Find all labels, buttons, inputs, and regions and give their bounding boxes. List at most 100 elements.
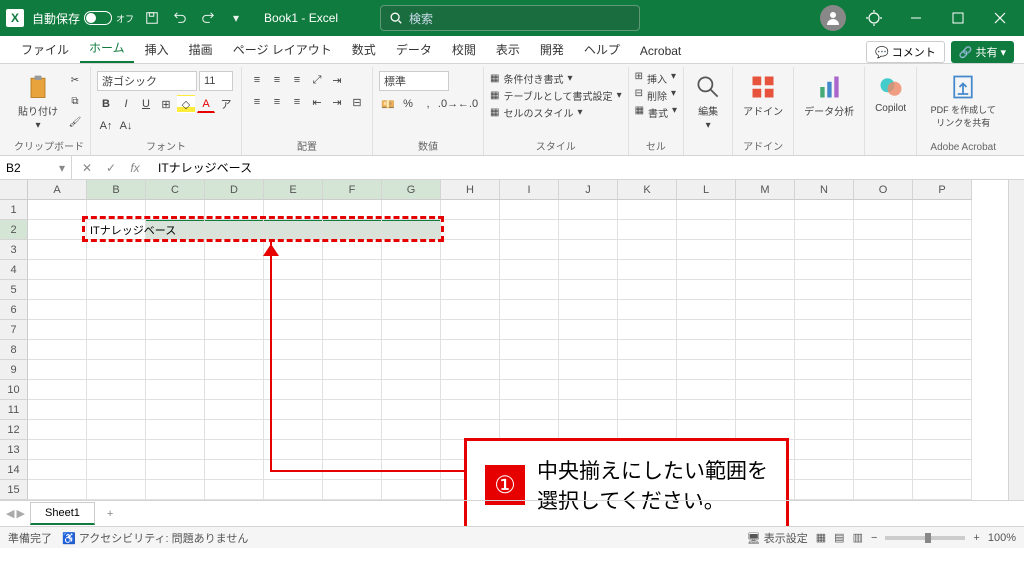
minimize-icon[interactable]	[896, 2, 936, 34]
tab-file[interactable]: ファイル	[12, 36, 78, 63]
col-header[interactable]: O	[854, 180, 913, 200]
decrease-font-icon[interactable]: A↓	[117, 117, 135, 135]
percent-icon[interactable]: %	[399, 95, 417, 113]
name-box[interactable]: B2▾	[0, 156, 72, 179]
col-header[interactable]: G	[382, 180, 441, 200]
col-header[interactable]: C	[146, 180, 205, 200]
sheet-next-icon[interactable]: ▶	[16, 507, 24, 520]
data-analysis-button[interactable]: データ分析	[800, 71, 858, 120]
col-header[interactable]: L	[677, 180, 736, 200]
row-header[interactable]: 15	[0, 480, 28, 500]
underline-button[interactable]: U	[137, 95, 155, 113]
bold-button[interactable]: B	[97, 95, 115, 113]
row-header[interactable]: 13	[0, 440, 28, 460]
zoom-in-icon[interactable]: +	[973, 532, 979, 544]
col-header[interactable]: P	[913, 180, 972, 200]
view-pagelayout-icon[interactable]: ▤	[834, 531, 844, 544]
font-color-button[interactable]: A	[197, 95, 215, 113]
align-left-icon[interactable]: ≡	[248, 93, 266, 111]
zoom-out-icon[interactable]: −	[871, 532, 877, 544]
copy-icon[interactable]: ⧉	[66, 92, 84, 110]
save-icon[interactable]	[142, 8, 162, 28]
align-middle-icon[interactable]: ≡	[268, 71, 286, 89]
col-header[interactable]: K	[618, 180, 677, 200]
col-header[interactable]: I	[500, 180, 559, 200]
row-header[interactable]: 14	[0, 460, 28, 480]
new-sheet-button[interactable]: +	[97, 504, 123, 524]
wrap-text-icon[interactable]: ⇥	[328, 71, 346, 89]
pdf-share-button[interactable]: PDF を作成してリンクを共有	[923, 71, 1003, 131]
align-center-icon[interactable]: ≡	[268, 93, 286, 111]
tab-insert[interactable]: 挿入	[136, 36, 178, 63]
tab-review[interactable]: 校閲	[443, 36, 485, 63]
col-header[interactable]: E	[264, 180, 323, 200]
cell-b2[interactable]: ITナレッジベース	[90, 222, 176, 238]
number-format-dropdown[interactable]: 標準	[379, 71, 449, 91]
display-settings[interactable]: 🖥 表示設定	[747, 530, 808, 546]
row-header[interactable]: 7	[0, 320, 28, 340]
row-header[interactable]: 8	[0, 340, 28, 360]
tab-acrobat[interactable]: Acrobat	[631, 39, 690, 63]
sheet-prev-icon[interactable]: ◀	[6, 507, 14, 520]
border-button[interactable]: ⊞	[157, 95, 175, 113]
col-header[interactable]: F	[323, 180, 382, 200]
row-header[interactable]: 1	[0, 200, 28, 220]
increase-font-icon[interactable]: A↑	[97, 117, 115, 135]
font-size-dropdown[interactable]: 11	[199, 71, 233, 91]
tab-formulas[interactable]: 数式	[343, 36, 385, 63]
conditional-format-button[interactable]: ▦条件付き書式 ▾	[490, 71, 572, 86]
copilot-button[interactable]: Copilot	[871, 71, 910, 116]
fill-color-button[interactable]: ◇	[177, 95, 195, 113]
comments-button[interactable]: 💬 コメント	[866, 41, 945, 63]
col-header[interactable]: A	[28, 180, 87, 200]
tab-help[interactable]: ヘルプ	[575, 36, 629, 63]
undo-icon[interactable]	[170, 8, 190, 28]
view-normal-icon[interactable]: ▦	[816, 531, 826, 544]
row-header[interactable]: 10	[0, 380, 28, 400]
format-painter-icon[interactable]: 🖌	[66, 113, 84, 131]
col-header[interactable]: J	[559, 180, 618, 200]
row-header[interactable]: 4	[0, 260, 28, 280]
col-header[interactable]: H	[441, 180, 500, 200]
view-pagebreak-icon[interactable]: ▥	[853, 531, 863, 544]
paste-button[interactable]: 貼り付け▾	[14, 71, 62, 133]
tab-pagelayout[interactable]: ページ レイアウト	[224, 36, 341, 63]
decrease-indent-icon[interactable]: ⇤	[308, 93, 326, 111]
format-cells-button[interactable]: ▦書式 ▾	[635, 105, 677, 120]
italic-button[interactable]: I	[117, 95, 135, 113]
zoom-level[interactable]: 100%	[988, 532, 1016, 544]
col-header[interactable]: D	[205, 180, 264, 200]
vertical-scrollbar[interactable]	[1008, 180, 1024, 500]
row-header[interactable]: 12	[0, 420, 28, 440]
tab-developer[interactable]: 開発	[531, 36, 573, 63]
merge-center-icon[interactable]: ⊟	[348, 93, 366, 111]
row-header[interactable]: 3	[0, 240, 28, 260]
tab-home[interactable]: ホーム	[80, 34, 134, 63]
increase-decimal-icon[interactable]: .0→	[439, 95, 457, 113]
delete-cells-button[interactable]: ⊟削除 ▾	[635, 88, 676, 103]
accessibility-status[interactable]: ♿ アクセシビリティ: 問題ありません	[62, 530, 248, 546]
avatar[interactable]	[820, 5, 846, 31]
search-input[interactable]: 検索	[380, 5, 640, 31]
increase-indent-icon[interactable]: ⇥	[328, 93, 346, 111]
row-header[interactable]: 11	[0, 400, 28, 420]
tab-draw[interactable]: 描画	[180, 36, 222, 63]
redo-icon[interactable]	[198, 8, 218, 28]
row-header[interactable]: 6	[0, 300, 28, 320]
col-header[interactable]: B	[87, 180, 146, 200]
enter-formula-icon[interactable]: ✓	[102, 159, 120, 177]
maximize-icon[interactable]	[938, 2, 978, 34]
decrease-decimal-icon[interactable]: ←.0	[459, 95, 477, 113]
cut-icon[interactable]: ✂	[66, 71, 84, 89]
format-as-table-button[interactable]: ▦テーブルとして書式設定 ▾	[490, 88, 622, 103]
phonetic-button[interactable]: ア	[217, 95, 235, 113]
align-top-icon[interactable]: ≡	[248, 71, 266, 89]
comma-icon[interactable]: ,	[419, 95, 437, 113]
select-all-corner[interactable]	[0, 180, 28, 200]
fx-icon[interactable]: fx	[126, 159, 144, 177]
coming-soon-icon[interactable]	[854, 2, 894, 34]
sheet-tab[interactable]: Sheet1	[30, 502, 95, 525]
align-right-icon[interactable]: ≡	[288, 93, 306, 111]
col-header[interactable]: M	[736, 180, 795, 200]
zoom-slider[interactable]	[885, 536, 965, 540]
